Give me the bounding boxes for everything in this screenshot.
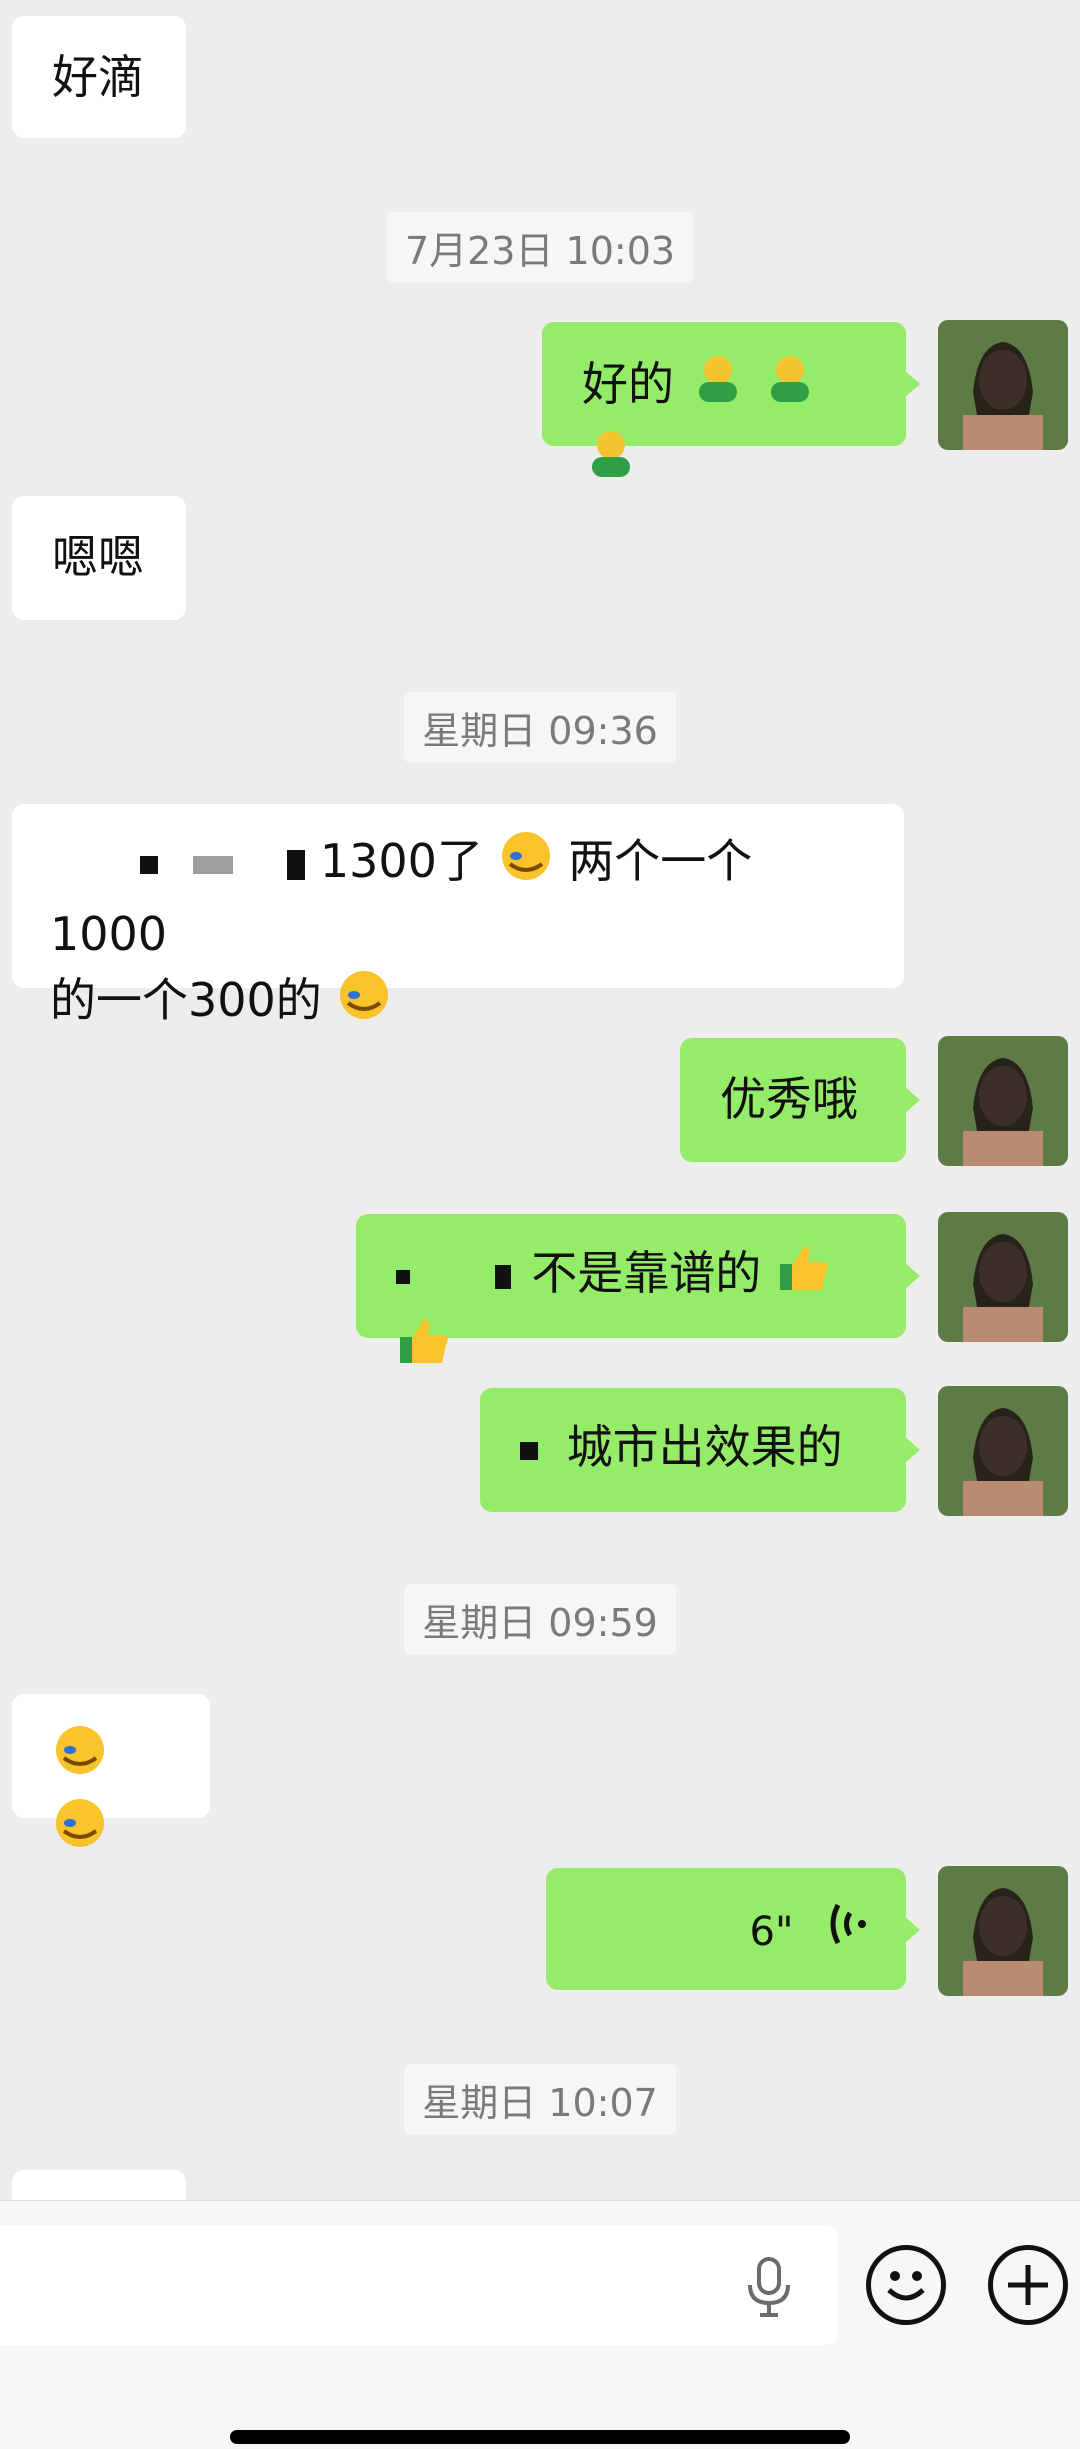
redacted-block (520, 1441, 538, 1460)
avatar[interactable] (938, 1866, 1068, 1996)
smile-icon[interactable] (866, 2245, 946, 2325)
message-text: 好滴 (52, 50, 144, 104)
redacted-block (494, 1264, 511, 1289)
message-text: 1300了 (319, 834, 483, 888)
message-text: 城市出效果的 (566, 1420, 843, 1474)
redacted-block (287, 849, 306, 880)
message-outgoing[interactable]: 不是靠谱的 (356, 1214, 920, 1363)
message-text: 嗯嗯 (52, 530, 144, 584)
message-incoming[interactable]: 嗯嗯 (12, 496, 186, 620)
timestamp: 星期日 09:36 (404, 692, 676, 763)
avatar[interactable] (938, 1386, 1068, 1516)
hugging-person-emoji (582, 425, 640, 500)
timestamp: 星期日 10:07 (404, 2064, 676, 2135)
redacted-block (396, 1269, 410, 1284)
voice-message[interactable]: 6" (546, 1868, 920, 1990)
avatar[interactable] (938, 320, 1068, 450)
message-text: 不是靠谱的 (531, 1246, 762, 1300)
facepalm-laugh-emoji (52, 1795, 108, 1868)
message-outgoing[interactable]: 优秀哦 (680, 1038, 920, 1162)
timestamp: 星期日 09:59 (404, 1584, 676, 1655)
avatar[interactable] (938, 1036, 1068, 1166)
hugging-person-emoji (689, 350, 747, 425)
thumbs-up-emoji (776, 1240, 832, 1313)
message-incoming[interactable]: 好滴 (12, 16, 186, 138)
input-bar (0, 2200, 1080, 2449)
voice-duration: 6" (749, 1909, 794, 1955)
mic-icon[interactable] (742, 2255, 796, 2323)
home-indicator (230, 2430, 850, 2444)
message-input[interactable] (0, 2225, 838, 2345)
facepalm-laugh-emoji (52, 1722, 108, 1795)
voice-wave-icon (830, 1899, 872, 1966)
avatar[interactable] (938, 1212, 1068, 1342)
message-text: 的一个300的 (50, 973, 322, 1027)
redacted-block (140, 855, 158, 874)
facepalm-laugh-emoji (336, 967, 392, 1040)
redacted-block (192, 855, 233, 874)
message-incoming[interactable]: 1300了 两个一个1000 的一个300的 (12, 804, 904, 1027)
plus-icon[interactable] (988, 2245, 1068, 2325)
message-outgoing[interactable]: 好的 (542, 322, 920, 477)
message-text: 好的 (582, 357, 674, 411)
facepalm-laugh-emoji (498, 828, 554, 901)
hugging-person-emoji (761, 350, 819, 425)
thumbs-up-emoji (396, 1313, 452, 1386)
message-outgoing[interactable]: 城市出效果的 (480, 1388, 920, 1512)
message-text: 优秀哦 (720, 1072, 858, 1126)
timestamp: 7月23日 10:03 (386, 212, 694, 283)
message-incoming[interactable] (12, 1694, 210, 1847)
